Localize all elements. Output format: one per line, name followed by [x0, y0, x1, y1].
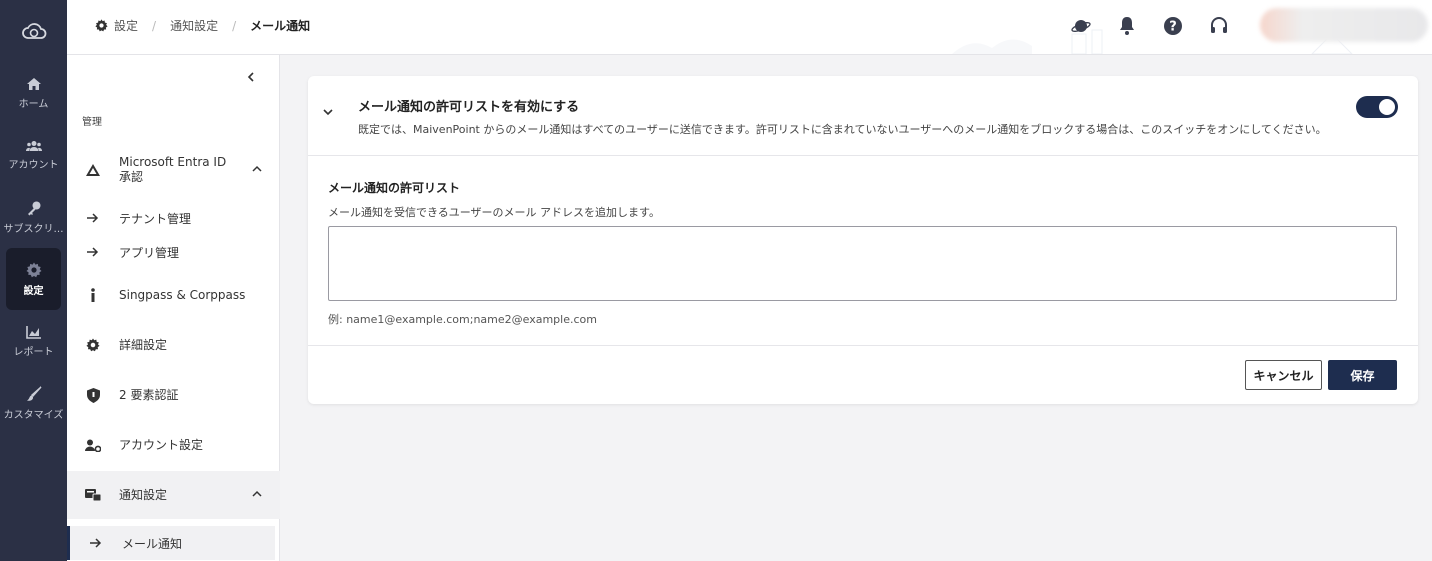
sidebar-item-apps[interactable]: アプリ管理	[67, 239, 280, 265]
user-gear-icon	[67, 439, 119, 452]
arrow-right-icon	[67, 247, 119, 257]
info-icon	[67, 288, 119, 302]
gear-icon	[67, 338, 119, 352]
cancel-button[interactable]: キャンセル	[1245, 360, 1322, 390]
planet-icon[interactable]	[1068, 13, 1094, 39]
sidebar-item-email-notification[interactable]: メール通知	[67, 526, 275, 560]
sidebar-item-label: アプリ管理	[119, 245, 180, 260]
rail-item-label: サブスクリ…	[3, 223, 64, 235]
rail-item-label: 設定	[23, 285, 44, 297]
card-header: メール通知の許可リストを有効にする 既定では、MaivenPoint からのメー…	[308, 76, 1418, 156]
sidebar-item-label: アカウント設定	[119, 437, 204, 452]
user-profile-menu[interactable]	[1260, 8, 1428, 42]
sidebar-item-entra-id[interactable]: Microsoft Entra ID 承認	[67, 151, 280, 189]
sidebar-item-label: Singpass & Corppass	[119, 287, 246, 302]
rail-item-label: レポート	[13, 346, 54, 358]
rail-item-label: ホーム	[18, 98, 49, 110]
rail-item-report[interactable]: レポート	[6, 310, 61, 372]
sidebar-item-label: 詳細設定	[119, 337, 168, 352]
sidebar-item-label: 承認	[119, 170, 144, 184]
chevron-down-icon[interactable]	[322, 106, 334, 120]
allowlist-section: メール通知の許可リスト メール通知を受信できるユーザーのメール アドレスを追加し…	[308, 156, 1418, 346]
key-icon	[27, 201, 40, 215]
breadcrumb-notifications[interactable]: 通知設定	[170, 17, 218, 34]
chart-icon	[25, 325, 41, 339]
shield-icon	[67, 387, 119, 403]
breadcrumb-settings[interactable]: 設定	[114, 17, 138, 34]
rail-item-label: アカウント	[8, 159, 59, 171]
sidebar-item-tenant[interactable]: テナント管理	[67, 205, 280, 231]
cloud-logo-icon	[21, 23, 46, 39]
sidebar-item-label: テナント管理	[119, 211, 192, 226]
breadcrumb-current: メール通知	[250, 19, 311, 33]
bell-icon[interactable]	[1114, 13, 1140, 39]
save-button[interactable]: 保存	[1328, 360, 1397, 390]
header-actions: ?	[1068, 13, 1232, 39]
field-label: メール通知の許可リスト	[328, 181, 461, 195]
app-rail: ホーム アカウント サブスクリ… 設定 レポート カスタマイズ	[0, 0, 67, 561]
sidebar-item-account-settings[interactable]: アカウント設定	[67, 427, 280, 463]
rail-item-customize[interactable]: カスタマイズ	[3, 372, 64, 434]
allowlist-toggle[interactable]	[1356, 96, 1398, 118]
help-icon[interactable]: ?	[1160, 13, 1186, 39]
chevron-up-icon	[252, 488, 262, 502]
top-header: 設定 / 通知設定 / メール通知 ?	[67, 0, 1432, 55]
brush-icon	[26, 385, 42, 401]
rail-item-home[interactable]: ホーム	[6, 62, 61, 124]
rail-item-label: カスタマイズ	[3, 409, 64, 421]
rail-item-subscription[interactable]: サブスクリ…	[3, 186, 64, 248]
allowlist-card: メール通知の許可リストを有効にする 既定では、MaivenPoint からのメー…	[308, 76, 1418, 404]
breadcrumb: 設定 / 通知設定 / メール通知	[95, 17, 310, 34]
chevron-up-icon	[252, 163, 262, 177]
gear-icon	[26, 262, 41, 277]
breadcrumb-separator: /	[152, 18, 157, 33]
arrow-right-icon	[70, 538, 122, 548]
sidebar-item-label: メール通知	[122, 536, 183, 551]
users-icon	[25, 140, 42, 151]
breadcrumb-separator: /	[232, 18, 237, 33]
arrow-right-icon	[67, 213, 119, 223]
card-title: メール通知の許可リストを有効にする	[358, 100, 580, 115]
home-icon	[26, 77, 41, 90]
sidebar-item-label: Microsoft Entra ID	[119, 155, 227, 169]
sidebar-item-2fa[interactable]: 2 要素認証	[67, 377, 280, 413]
sidebar-section-title: 管理	[82, 117, 102, 128]
svg-text:?: ?	[1169, 20, 1177, 35]
settings-sidebar: 管理 Microsoft Entra ID 承認 テナント管理 アプリ管理 Si…	[67, 55, 280, 561]
sidebar-item-notifications[interactable]: 通知設定	[67, 471, 280, 519]
gear-icon	[95, 19, 108, 32]
allowlist-textarea[interactable]	[328, 226, 1397, 301]
card-description: 既定では、MaivenPoint からのメール通知はすべてのユーザーに送信できま…	[358, 123, 1327, 136]
rail-item-account[interactable]: アカウント	[6, 124, 61, 186]
rail-item-settings[interactable]: 設定	[6, 248, 61, 310]
sidebar-item-advanced[interactable]: 詳細設定	[67, 327, 280, 363]
sidebar-item-label: 2 要素認証	[119, 387, 179, 402]
entra-icon	[67, 164, 119, 176]
notification-icon	[67, 488, 119, 502]
sidebar-item-label: 通知設定	[119, 487, 168, 502]
collapse-sidebar-button[interactable]	[241, 67, 261, 87]
sidebar-item-singpass[interactable]: Singpass & Corppass	[67, 277, 280, 313]
app-logo[interactable]	[0, 0, 67, 62]
headset-icon[interactable]	[1206, 13, 1232, 39]
field-help-text: メール通知を受信できるユーザーのメール アドレスを追加します。	[328, 206, 660, 219]
field-example: 例: name1@example.com;name2@example.com	[328, 313, 597, 326]
chevron-left-icon	[247, 72, 254, 82]
